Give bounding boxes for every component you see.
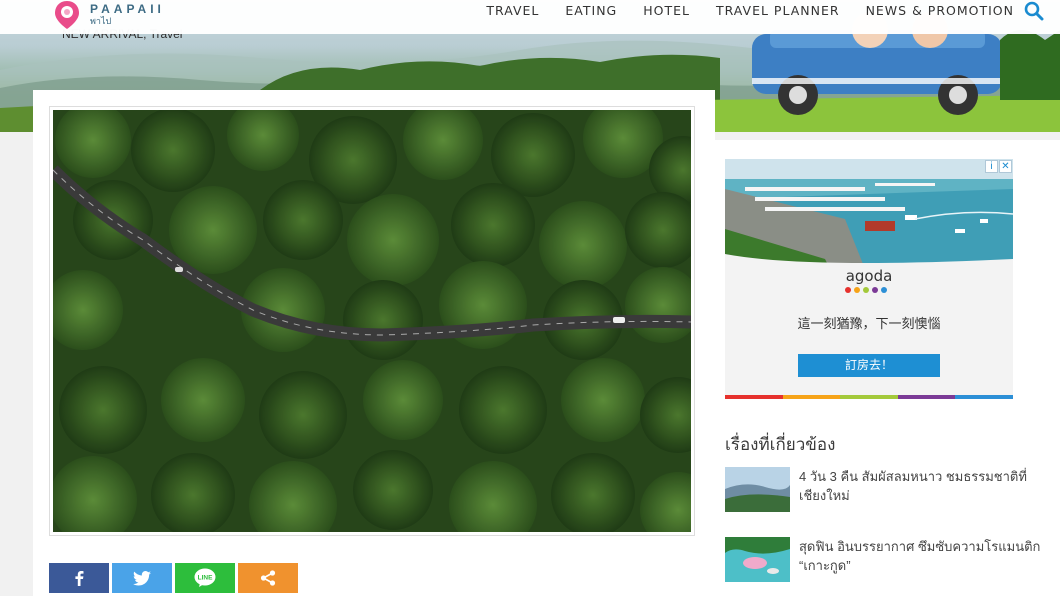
logo-dot-orange xyxy=(854,287,860,293)
nav-item-travel[interactable]: TRAVEL xyxy=(486,2,539,20)
page: PAAPAII พาไป TRAVEL EATING HOTEL TRAVEL … xyxy=(0,0,1060,596)
logo-dot-red xyxy=(845,287,851,293)
logo-name-th: พาไป xyxy=(90,16,112,26)
line-icon: LINE xyxy=(194,568,216,587)
facebook-share-button[interactable] xyxy=(49,563,109,593)
related-item[interactable]: 4 วัน 3 คืน สัมผัสลมหนาว ชมธรรมชาติที่เช… xyxy=(725,467,1045,513)
agoda-ad[interactable]: i ✕ agoda 這一刻猶豫，下一刻懊惱 訂房去！ xyxy=(725,159,1013,399)
ad-tagline: 這一刻猶豫，下一刻懊惱 xyxy=(797,316,941,331)
related-item[interactable]: สุดฟิน อินบรรยากาศ ซึมซับความโรแมนติก “เ… xyxy=(725,537,1045,583)
main-menu: TRAVEL EATING HOTEL TRAVEL PLANNER NEWS … xyxy=(460,2,1014,20)
nav-item-news-promotion[interactable]: NEWS & PROMOTION xyxy=(866,2,1014,20)
related-thumbnail[interactable] xyxy=(725,467,790,512)
logo-name-en: PAAPAII xyxy=(90,2,165,16)
related-thumbnail[interactable] xyxy=(725,537,790,582)
logo-dot-purple xyxy=(872,287,878,293)
related-title-link[interactable]: สุดฟิน อินบรรยากาศ ซึมซับความโรแมนติก “เ… xyxy=(799,537,1049,575)
article-card: LINE xyxy=(33,90,715,596)
location-pin-icon xyxy=(55,1,79,29)
ad-close-icon[interactable]: ✕ xyxy=(999,160,1012,173)
line-share-button[interactable]: LINE xyxy=(175,563,235,593)
share-more-button[interactable] xyxy=(238,563,298,593)
site-logo[interactable]: PAAPAII พาไป xyxy=(54,0,165,30)
agoda-logo-dots xyxy=(845,287,890,293)
twitter-icon xyxy=(133,570,151,586)
search-icon[interactable] xyxy=(1024,1,1044,21)
featured-image-frame xyxy=(49,106,695,536)
related-heading: เรื่องที่เกี่ยวข้อง xyxy=(725,435,836,454)
nav-item-eating[interactable]: EATING xyxy=(565,2,617,20)
ad-harbor-image xyxy=(725,159,1013,279)
ad-choices[interactable]: i ✕ xyxy=(984,160,1012,173)
top-navigation: PAAPAII พาไป TRAVEL EATING HOTEL TRAVEL … xyxy=(0,0,1060,34)
nav-item-hotel[interactable]: HOTEL xyxy=(643,2,690,20)
nav-item-travel-planner[interactable]: TRAVEL PLANNER xyxy=(716,2,840,20)
featured-image xyxy=(53,110,691,532)
share-icon xyxy=(260,570,276,586)
logo-dot-blue xyxy=(881,287,887,293)
line-icon-text: LINE xyxy=(198,575,213,582)
ad-book-button[interactable]: 訂房去！ xyxy=(798,354,940,377)
share-bar: LINE xyxy=(49,563,301,593)
agoda-logo: agoda xyxy=(845,267,893,285)
related-title-link[interactable]: 4 วัน 3 คืน สัมผัสลมหนาว ชมธรรมชาติที่เช… xyxy=(799,467,1049,505)
twitter-share-button[interactable] xyxy=(112,563,172,593)
ad-color-stripe xyxy=(725,395,1013,399)
logo-dot-green xyxy=(863,287,869,293)
facebook-icon xyxy=(75,571,84,586)
ad-info-icon[interactable]: i xyxy=(985,160,998,173)
